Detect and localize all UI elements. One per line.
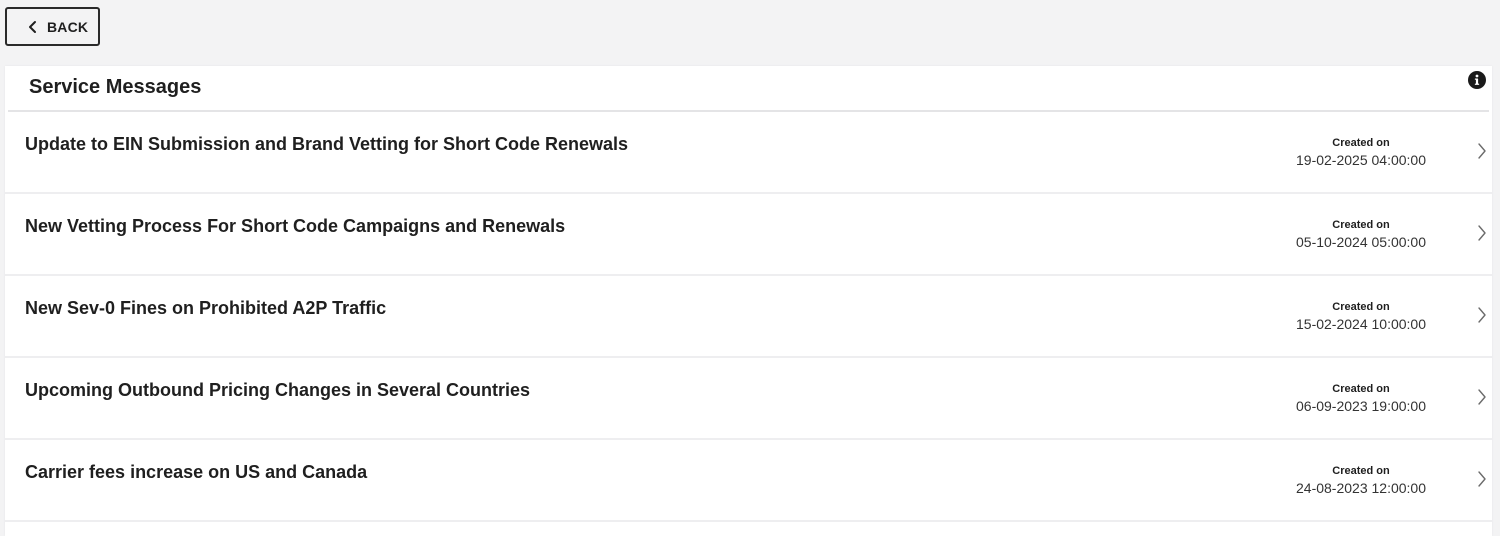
message-title: New Sev-0 Fines on Prohibited A2P Traffi…	[25, 298, 387, 318]
created-on-label: Created on	[1332, 219, 1390, 231]
panel-header: Service Messages	[8, 66, 1489, 112]
page-title: Service Messages	[29, 76, 202, 98]
created-on-date: 06-09-2023 19:00:00	[1296, 398, 1426, 414]
message-row[interactable]: New Vetting Process For Short Code Campa…	[5, 194, 1492, 276]
message-meta: Created on 06-09-2023 19:00:00	[1291, 382, 1431, 415]
created-on-date: 24-08-2023 12:00:00	[1296, 480, 1426, 496]
chevron-right-icon	[1478, 471, 1486, 487]
message-row[interactable]: Update to EIN Submission and Brand Vetti…	[5, 112, 1492, 194]
message-row[interactable]: Carrier fees increase on US and Canada C…	[5, 440, 1492, 522]
message-row[interactable]: Upcoming Outbound Pricing Changes in Sev…	[5, 358, 1492, 440]
created-on-label: Created on	[1332, 465, 1390, 477]
info-icon[interactable]	[1468, 71, 1486, 89]
created-on-label: Created on	[1332, 137, 1390, 149]
message-meta: Created on 15-02-2024 10:00:00	[1291, 300, 1431, 333]
chevron-right-icon	[1478, 307, 1486, 323]
chevron-right-icon	[1478, 225, 1486, 241]
message-title: Update to EIN Submission and Brand Vetti…	[25, 134, 629, 154]
created-on-label: Created on	[1332, 301, 1390, 313]
message-title: New Vetting Process For Short Code Campa…	[25, 216, 566, 236]
back-button[interactable]: BACK	[5, 7, 100, 46]
created-on-date: 19-02-2025 04:00:00	[1296, 152, 1426, 168]
created-on-date: 05-10-2024 05:00:00	[1296, 234, 1426, 250]
message-list: Update to EIN Submission and Brand Vetti…	[5, 112, 1492, 522]
message-meta: Created on 05-10-2024 05:00:00	[1291, 218, 1431, 251]
message-row[interactable]: New Sev-0 Fines on Prohibited A2P Traffi…	[5, 276, 1492, 358]
message-meta: Created on 24-08-2023 12:00:00	[1291, 464, 1431, 497]
service-messages-panel: Service Messages Update to EIN Submissio…	[5, 66, 1492, 536]
message-title: Carrier fees increase on US and Canada	[25, 462, 368, 482]
message-meta: Created on 19-02-2025 04:00:00	[1291, 136, 1431, 169]
chevron-left-icon	[29, 20, 36, 33]
created-on-date: 15-02-2024 10:00:00	[1296, 316, 1426, 332]
chevron-right-icon	[1478, 389, 1486, 405]
created-on-label: Created on	[1332, 383, 1390, 395]
chevron-right-icon	[1478, 143, 1486, 159]
message-title: Upcoming Outbound Pricing Changes in Sev…	[25, 380, 531, 400]
back-button-label: BACK	[47, 18, 89, 35]
